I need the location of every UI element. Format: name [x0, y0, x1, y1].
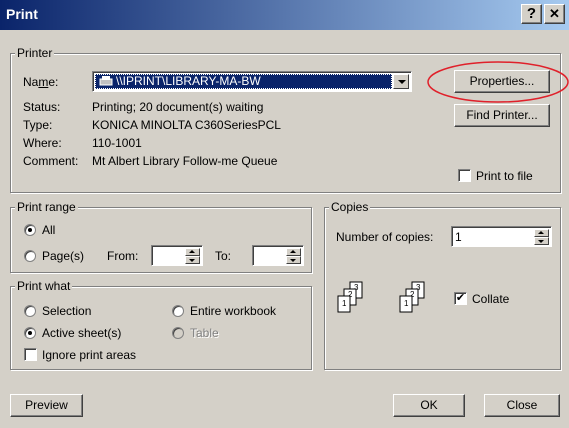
- active-sheets-label: Active sheet(s): [42, 326, 122, 340]
- collate-icon-second-set: 3 2 1: [399, 281, 425, 313]
- table-radio: [172, 327, 184, 339]
- from-label: From:: [107, 249, 139, 263]
- title-bar: Print ? ✕: [0, 0, 569, 30]
- close-button[interactable]: Close: [484, 394, 560, 417]
- print-to-file-label: Print to file: [476, 169, 533, 183]
- printer-name-value: \\IPRINT\LIBRARY-MA-BW: [116, 74, 261, 88]
- collate-label: Collate: [472, 292, 510, 306]
- printer-icon: [99, 76, 113, 86]
- printer-name-select[interactable]: \\IPRINT\LIBRARY-MA-BW: [92, 71, 412, 92]
- printer-group-label: Printer: [15, 46, 55, 60]
- spin-down-icon[interactable]: [534, 237, 549, 245]
- to-page-spinner[interactable]: [252, 245, 304, 266]
- where-value: 110-1001: [92, 136, 142, 150]
- spin-down-icon[interactable]: [286, 256, 301, 264]
- ignore-print-areas-checkbox[interactable]: [24, 348, 37, 361]
- active-sheets-radio[interactable]: [24, 327, 36, 339]
- print-range-pages-radio[interactable]: [24, 250, 36, 262]
- preview-button[interactable]: Preview: [10, 394, 83, 417]
- selection-label: Selection: [42, 304, 92, 318]
- ignore-print-areas-label: Ignore print areas: [42, 348, 137, 362]
- chevron-down-icon[interactable]: [393, 74, 409, 89]
- spin-up-icon[interactable]: [534, 229, 549, 237]
- collate-icon: 3 2 1: [337, 281, 363, 313]
- print-what-group-label: Print what: [15, 279, 73, 293]
- print-range-all-label: All: [42, 223, 56, 237]
- print-range-all-radio[interactable]: [24, 224, 36, 236]
- type-label: Type:: [23, 118, 53, 132]
- spin-down-icon[interactable]: [185, 256, 200, 264]
- where-label: Where:: [23, 136, 62, 150]
- to-label: To:: [215, 249, 232, 263]
- printer-name-label: Name:: [23, 75, 59, 89]
- type-value: KONICA MINOLTA C360SeriesPCL: [92, 118, 281, 132]
- annotation-ellipse: [427, 61, 569, 103]
- window-title: Print: [6, 6, 38, 22]
- spin-up-icon[interactable]: [185, 248, 200, 256]
- copies-group-label: Copies: [329, 200, 371, 214]
- help-button[interactable]: ?: [521, 4, 542, 24]
- from-page-spinner[interactable]: [151, 245, 203, 266]
- comment-label: Comment:: [23, 154, 79, 168]
- table-label: Table: [190, 326, 219, 340]
- status-value: Printing; 20 document(s) waiting: [92, 100, 264, 114]
- close-icon[interactable]: ✕: [544, 4, 565, 24]
- svg-text:1: 1: [404, 299, 409, 308]
- print-to-file-checkbox[interactable]: [458, 169, 471, 182]
- selection-radio[interactable]: [24, 305, 36, 317]
- ok-button[interactable]: OK: [393, 394, 465, 417]
- status-label: Status:: [23, 100, 61, 114]
- number-of-copies-label: Number of copies:: [336, 230, 434, 244]
- collate-checkbox[interactable]: ✔: [454, 292, 467, 305]
- print-range-pages-label: Page(s): [42, 249, 85, 263]
- comment-value: Mt Albert Library Follow-me Queue: [92, 154, 278, 168]
- entire-workbook-label: Entire workbook: [190, 304, 277, 318]
- svg-text:1: 1: [342, 299, 347, 308]
- entire-workbook-radio[interactable]: [172, 305, 184, 317]
- print-range-group-label: Print range: [15, 200, 78, 214]
- number-of-copies-spinner[interactable]: 1: [451, 226, 552, 247]
- spin-up-icon[interactable]: [286, 248, 301, 256]
